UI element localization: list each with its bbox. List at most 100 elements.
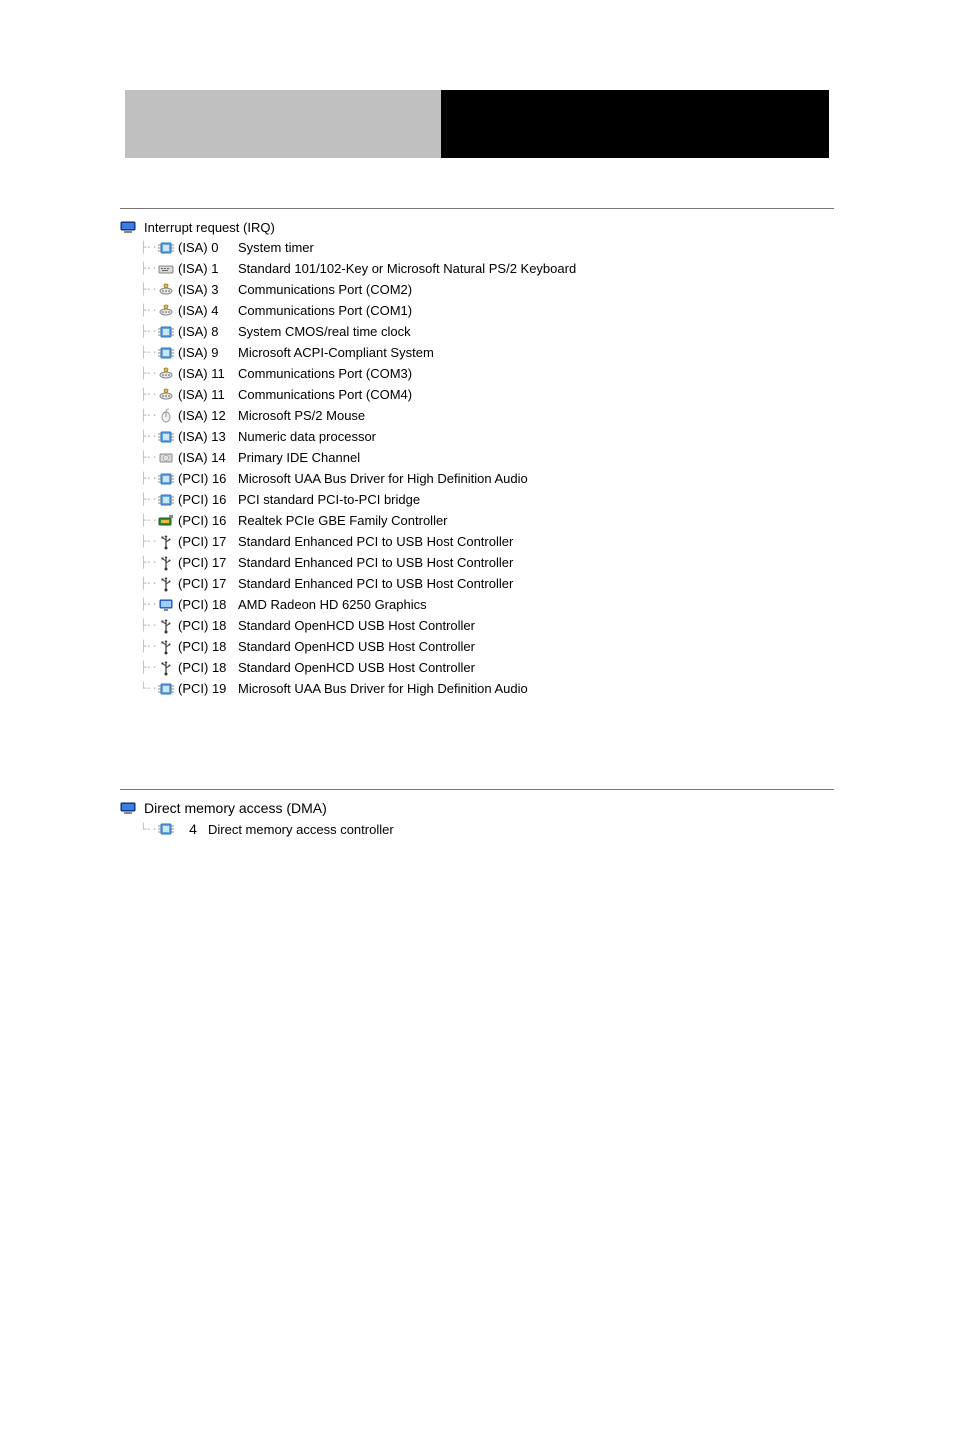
tree-connector: ├·· xyxy=(140,388,158,401)
tree-item[interactable]: ├··(ISA) 11Communications Port (COM4) xyxy=(140,384,834,405)
device-name: System timer xyxy=(238,240,314,255)
resource-id: (ISA) 0 xyxy=(178,240,238,255)
resource-id: (ISA) 11 xyxy=(178,387,238,402)
tree-item[interactable]: ├··(PCI) 18Standard OpenHCD USB Host Con… xyxy=(140,636,834,657)
divider xyxy=(120,208,834,209)
resource-id: (ISA) 12 xyxy=(178,408,238,423)
chip-icon xyxy=(158,492,174,508)
display-icon xyxy=(158,597,174,613)
resource-id: (PCI) 16 xyxy=(178,513,238,528)
tree-connector: ├·· xyxy=(140,472,158,485)
resource-id: (PCI) 18 xyxy=(178,618,238,633)
computer-icon xyxy=(120,800,136,816)
resource-id: (PCI) 17 xyxy=(178,576,238,591)
tree-item[interactable]: ├··(PCI) 17Standard Enhanced PCI to USB … xyxy=(140,573,834,594)
header-gray-block xyxy=(125,90,441,158)
tree-connector: ├·· xyxy=(140,640,158,653)
tree-item[interactable]: ├··(ISA) 1Standard 101/102-Key or Micros… xyxy=(140,258,834,279)
usb-icon xyxy=(158,660,174,676)
tree-item[interactable]: ├·· (PCI) 16Microsoft UAA Bus Driver for … xyxy=(140,468,834,489)
tree-item[interactable]: ├··(ISA) 12Microsoft PS/2 Mouse xyxy=(140,405,834,426)
tree-connector: └·· xyxy=(140,682,158,695)
usb-icon xyxy=(158,639,174,655)
disk-icon xyxy=(158,450,174,466)
tree-connector: ├·· xyxy=(140,598,158,611)
device-name: Numeric data processor xyxy=(238,429,376,444)
tree-item[interactable]: ├··(ISA) 3Communications Port (COM2) xyxy=(140,279,834,300)
tree-item[interactable]: ├··(PCI) 16PCI standard PCI-to-PCI bridg… xyxy=(140,489,834,510)
tree-item[interactable]: ├··(ISA) 14Primary IDE Channel xyxy=(140,447,834,468)
resource-id: (PCI) 18 xyxy=(178,597,238,612)
tree-item[interactable]: ├··(ISA) 4Communications Port (COM1) xyxy=(140,300,834,321)
device-name: Primary IDE Channel xyxy=(238,450,360,465)
device-name: Standard Enhanced PCI to USB Host Contro… xyxy=(238,534,513,549)
irq-title: Interrupt request (IRQ) xyxy=(144,220,275,235)
tree-connector: ├·· xyxy=(140,241,158,254)
tree-item[interactable]: └··(PCI) 19Microsoft UAA Bus Driver for … xyxy=(140,678,834,699)
dma-tree-root[interactable]: Direct memory access (DMA) xyxy=(120,800,834,816)
device-name: Standard Enhanced PCI to USB Host Contro… xyxy=(238,576,513,591)
page-header xyxy=(0,90,954,158)
tree-connector: ├·· xyxy=(140,514,158,527)
usb-icon xyxy=(158,555,174,571)
resource-id: (PCI) 18 xyxy=(178,660,238,675)
resource-id: (PCI) 16 xyxy=(178,492,238,507)
device-name: Communications Port (COM1) xyxy=(238,303,412,318)
tree-item[interactable]: └·· 4Direct memory access controller xyxy=(140,818,834,840)
dma-item-list: └·· 4Direct memory access controller xyxy=(140,818,834,840)
device-name: Standard OpenHCD USB Host Controller xyxy=(238,639,475,654)
usb-icon xyxy=(158,576,174,592)
tree-item[interactable]: ├·· (ISA) 13Numeric data processor xyxy=(140,426,834,447)
tree-connector: ├·· xyxy=(140,430,158,443)
tree-connector: ├·· xyxy=(140,661,158,674)
tree-item[interactable]: ├·· (ISA) 0System timer xyxy=(140,237,834,258)
chip-icon xyxy=(158,324,174,340)
chip-icon xyxy=(158,345,174,361)
resource-id: (ISA) 13 xyxy=(178,429,238,444)
device-name: Microsoft PS/2 Mouse xyxy=(238,408,365,423)
resource-id: (ISA) 9 xyxy=(178,345,238,360)
tree-connector: ├·· xyxy=(140,325,158,338)
port-icon xyxy=(158,387,174,403)
device-name: Microsoft ACPI-Compliant System xyxy=(238,345,434,360)
resource-id: 4 xyxy=(178,821,208,837)
resource-id: (ISA) 4 xyxy=(178,303,238,318)
device-name: Microsoft UAA Bus Driver for High Defini… xyxy=(238,471,528,486)
resource-id: (PCI) 17 xyxy=(178,534,238,549)
tree-connector: ├·· xyxy=(140,283,158,296)
tree-item[interactable]: ├··(PCI) 17Standard Enhanced PCI to USB … xyxy=(140,531,834,552)
resource-id: (PCI) 16 xyxy=(178,471,238,486)
tree-item[interactable]: ├··(PCI) 17Standard Enhanced PCI to USB … xyxy=(140,552,834,573)
tree-item[interactable]: ├·· (PCI) 16Realtek PCIe GBE Family Contr… xyxy=(140,510,834,531)
tree-connector: └·· xyxy=(140,823,158,836)
port-icon xyxy=(158,282,174,298)
device-name: Direct memory access controller xyxy=(208,822,394,837)
tree-connector: ├·· xyxy=(140,619,158,632)
port-icon xyxy=(158,366,174,382)
device-name: Microsoft UAA Bus Driver for High Defini… xyxy=(238,681,528,696)
usb-icon xyxy=(158,618,174,634)
tree-item[interactable]: ├·· (ISA) 11Communications Port (COM3) xyxy=(140,363,834,384)
device-name: PCI standard PCI-to-PCI bridge xyxy=(238,492,420,507)
chip-icon xyxy=(158,429,174,445)
tree-connector: ├·· xyxy=(140,262,158,275)
divider xyxy=(120,789,834,790)
irq-item-list: ├·· (ISA) 0System timer ├·· (ISA) 1 Standard… xyxy=(140,237,834,699)
mouse-icon xyxy=(158,408,174,424)
resource-id: (ISA) 11 xyxy=(178,366,238,381)
tree-item[interactable]: ├··(ISA) 8System CMOS/real time clock xyxy=(140,321,834,342)
tree-item[interactable]: ├··(PCI) 18Standard OpenHCD USB Host Con… xyxy=(140,615,834,636)
irq-tree-root[interactable]: Interrupt request (IRQ) xyxy=(120,219,834,235)
resource-id: (ISA) 1 xyxy=(178,261,238,276)
device-name: Realtek PCIe GBE Family Controller xyxy=(238,513,448,528)
chip-icon xyxy=(158,471,174,487)
tree-item[interactable]: ├··(PCI) 18AMD Radeon HD 6250 Graphics xyxy=(140,594,834,615)
tree-connector: ├·· xyxy=(140,367,158,380)
device-name: System CMOS/real time clock xyxy=(238,324,411,339)
tree-item[interactable]: ├··(PCI) 18Standard OpenHCD USB Host Con… xyxy=(140,657,834,678)
device-name: Communications Port (COM3) xyxy=(238,366,412,381)
chip-icon xyxy=(158,240,174,256)
device-name: Communications Port (COM2) xyxy=(238,282,412,297)
tree-item[interactable]: ├··(ISA) 9Microsoft ACPI-Compliant Syste… xyxy=(140,342,834,363)
header-blank xyxy=(0,90,125,158)
